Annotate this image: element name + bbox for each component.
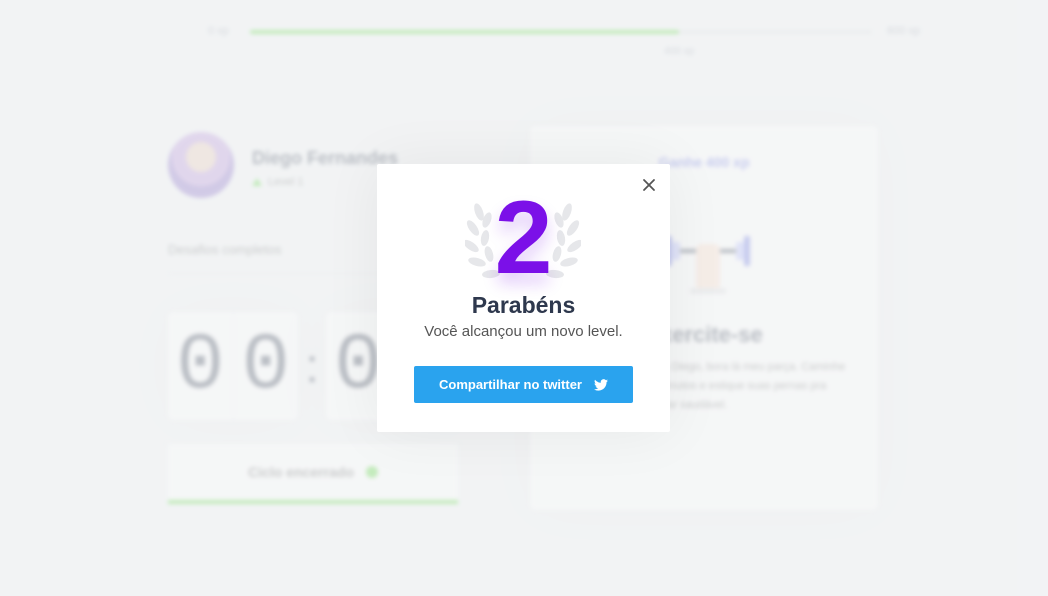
share-twitter-button[interactable]: Compartilhar no twitter <box>414 366 633 403</box>
level-up-modal: 2 Parabéns Você alcançou um novo level. … <box>377 164 670 432</box>
new-level-number: 2 <box>494 180 553 296</box>
share-twitter-label: Compartilhar no twitter <box>438 377 582 392</box>
twitter-icon <box>594 378 608 391</box>
modal-subtitle: Você alcançou um novo level. <box>424 323 623 340</box>
modal-title: Parabéns <box>471 292 576 318</box>
